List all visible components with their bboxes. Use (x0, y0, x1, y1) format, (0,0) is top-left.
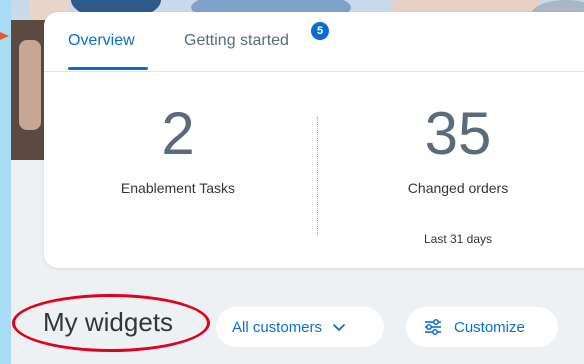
tab-bar: Overview Getting started 5 (44, 12, 584, 72)
left-blue-strip (0, 0, 11, 364)
tab-getting-started[interactable]: Getting started (184, 32, 289, 50)
customize-button[interactable]: Customize (406, 307, 558, 347)
annotation-highlight-ellipse (12, 294, 210, 352)
kpi-changed-orders-label: Changed orders (407, 180, 509, 196)
tune-icon (425, 319, 441, 335)
tab-selected-indicator (68, 67, 148, 70)
all-customers-label: All customers (232, 318, 323, 336)
all-customers-dropdown[interactable]: All customers (216, 307, 384, 347)
customize-label: Customize (454, 318, 525, 336)
overview-card: Overview Getting started 5 2 Enablement … (44, 12, 584, 268)
annotation-arrow-icon (0, 32, 9, 40)
kpi-enablement-tasks-value[interactable]: 2 (128, 104, 228, 164)
kpi-changed-orders-period: Last 31 days (423, 232, 493, 246)
tab-overview[interactable]: Overview (68, 32, 135, 50)
kpi-changed-orders-value[interactable]: 35 (398, 104, 518, 164)
kpi-enablement-tasks-label: Enablement Tasks (120, 180, 236, 196)
notification-badge: 5 (311, 22, 329, 40)
chevron-down-icon (333, 324, 345, 331)
kpi-divider (317, 117, 318, 235)
